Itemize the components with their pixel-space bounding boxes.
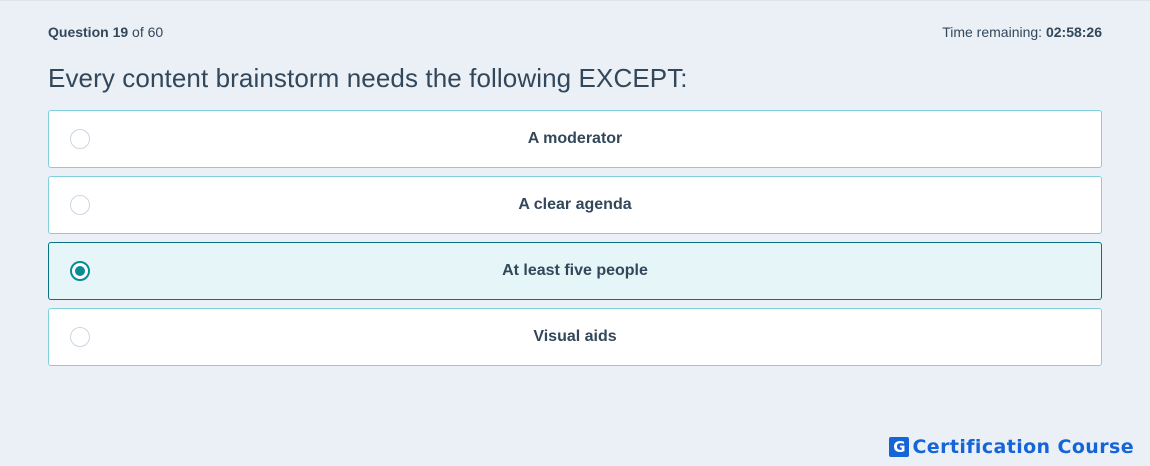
g-logo-icon: G	[889, 437, 910, 457]
brand-text: Certification Course	[912, 436, 1134, 458]
answer-option-4[interactable]: Visual aids	[48, 308, 1102, 366]
answer-label: Visual aids	[533, 328, 617, 345]
quiz-header: Question 19 of 60 Time remaining: 02:58:…	[48, 24, 1102, 42]
answer-label: At least five people	[502, 262, 648, 279]
answer-option-2[interactable]: A clear agenda	[48, 176, 1102, 234]
answer-options: A moderator A clear agenda At least five…	[48, 110, 1102, 374]
question-counter: Question 19 of 60	[48, 24, 163, 40]
answer-option-3[interactable]: At least five people	[48, 242, 1102, 300]
question-total: 60	[147, 24, 164, 40]
answer-option-1[interactable]: A moderator	[48, 110, 1102, 168]
question-word: Question	[48, 24, 109, 40]
question-text: Every content brainstorm needs the follo…	[48, 63, 688, 93]
top-divider	[0, 0, 1150, 1]
time-label: Time remaining:	[942, 24, 1043, 40]
time-remaining: Time remaining: 02:58:26	[942, 24, 1102, 40]
question-of: of	[132, 24, 144, 40]
time-value: 02:58:26	[1045, 24, 1102, 40]
answer-label: A moderator	[527, 130, 623, 147]
brand-logo: G Certification Course	[889, 436, 1134, 458]
answer-label: A clear agenda	[518, 196, 632, 213]
question-number: 19	[112, 24, 129, 40]
